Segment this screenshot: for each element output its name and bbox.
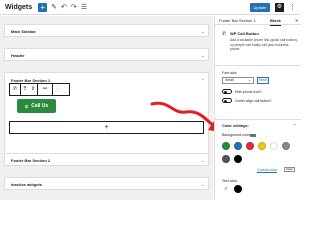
update-button[interactable]: Update: [250, 3, 270, 12]
font-size-label: Font size: [222, 71, 237, 75]
hide-phone-icon-toggle[interactable]: [222, 89, 232, 94]
call-us-button[interactable]: ✆ Call Us: [17, 99, 56, 113]
chevron-up-icon[interactable]: ⌃: [201, 73, 204, 88]
block-description: Add a clickable phone link (quick call b…: [230, 38, 298, 51]
edit-icon[interactable]: ✎: [51, 3, 57, 12]
tab-widget-area[interactable]: Footer Bar Section 1: [219, 16, 256, 25]
page-title: Widgets: [5, 3, 33, 11]
color-swatch[interactable]: [222, 142, 230, 150]
close-icon[interactable]: ✕: [295, 16, 298, 25]
chevron-down-icon[interactable]: ⌄: [201, 154, 204, 167]
center-align-toggle[interactable]: [222, 98, 232, 103]
widgets-editor: Widgets + ✎ ↶ ↷ ☰ Update ⚙ ⋮ Main Sideba…: [0, 0, 301, 200]
toggle-label: Hide phone icon?: [235, 89, 262, 94]
editor-header: Widgets + ✎ ↶ ↷ ☰ Update ⚙ ⋮: [0, 0, 300, 15]
widget-area-title: Header: [11, 53, 25, 58]
color-swatch[interactable]: [222, 155, 230, 163]
panel-divider: [215, 65, 301, 66]
annotation-arrow: [150, 101, 220, 132]
color-swatch[interactable]: [234, 185, 242, 193]
link-icon[interactable]: ⚯: [38, 84, 52, 95]
chevron-up-icon[interactable]: ⌃: [293, 123, 296, 128]
toggle-knob: [224, 99, 227, 103]
widget-area-main-sidebar[interactable]: Main Sidebar ⌄: [4, 24, 209, 37]
checkmark-icon: ✓: [224, 186, 229, 192]
sidebar-tabs: Footer Bar Section 1 Block ✕: [215, 16, 301, 26]
widget-area-title: Footer Bar Section 2: [11, 158, 51, 163]
color-swatch[interactable]: [258, 142, 266, 150]
font-size-value: Small: [225, 78, 234, 82]
panel-divider: [215, 119, 301, 120]
color-settings-title[interactable]: Color settings:: [222, 124, 249, 128]
reset-button[interactable]: Reset: [257, 77, 269, 84]
widget-area-inactive-widgets[interactable]: Inactive widgets ⌄: [4, 177, 209, 190]
background-color-indicator: [250, 133, 256, 137]
more-options-icon[interactable]: ⋮: [289, 3, 296, 12]
phone-icon[interactable]: ✆: [10, 84, 20, 95]
widget-area-title: Main Sidebar: [11, 29, 36, 34]
undo-icon[interactable]: ↶: [61, 3, 67, 12]
color-swatch[interactable]: [234, 155, 242, 163]
widget-area-title: Inactive widgets: [11, 182, 42, 187]
color-swatch[interactable]: [282, 142, 290, 150]
color-swatch[interactable]: [270, 142, 278, 150]
list-view-icon[interactable]: ☰: [81, 3, 87, 12]
chevron-down-icon: ⌄: [248, 78, 251, 82]
block-name: WP Call Button: [230, 31, 259, 36]
widget-area-footer-bar-section-2[interactable]: Footer Bar Section 2 ⌄: [4, 153, 209, 166]
chevron-down-icon[interactable]: ⌄: [201, 25, 204, 38]
text-color-label: Text color: [222, 179, 238, 183]
drag-handle-icon[interactable]: ⠿: [21, 84, 29, 95]
block-toolbar: ✆ ⠿ ⇕ ⚯ ⋮: [9, 83, 70, 96]
more-options-icon[interactable]: ⋮: [53, 84, 63, 95]
settings-icon[interactable]: ⚙: [275, 3, 284, 12]
phone-icon: ✆: [222, 31, 227, 37]
chevron-down-icon[interactable]: ⌄: [201, 49, 204, 62]
block-inspector-sidebar: Footer Bar Section 1 Block ✕ ✆ WP Call B…: [214, 16, 301, 200]
widget-area-header[interactable]: Header ⌄: [4, 48, 209, 61]
redo-icon[interactable]: ↷: [71, 3, 77, 12]
phone-icon: ✆: [24, 103, 29, 109]
font-size-select[interactable]: Small ⌄: [222, 77, 254, 84]
color-swatch[interactable]: [246, 142, 254, 150]
toggle-knob: [224, 90, 227, 94]
background-color-label: Background color: [222, 133, 250, 137]
tab-block[interactable]: Block: [270, 16, 281, 26]
toggle-label: Center align call button?: [235, 98, 272, 103]
add-block-button[interactable]: +: [38, 2, 48, 12]
custom-color-link[interactable]: Custom color: [257, 168, 277, 172]
clear-button[interactable]: Clear: [284, 167, 295, 172]
call-button-label: Call Us: [31, 103, 49, 109]
move-icon[interactable]: ⇕: [29, 84, 37, 95]
chevron-down-icon[interactable]: ⌄: [201, 178, 204, 191]
color-swatch[interactable]: [234, 142, 242, 150]
